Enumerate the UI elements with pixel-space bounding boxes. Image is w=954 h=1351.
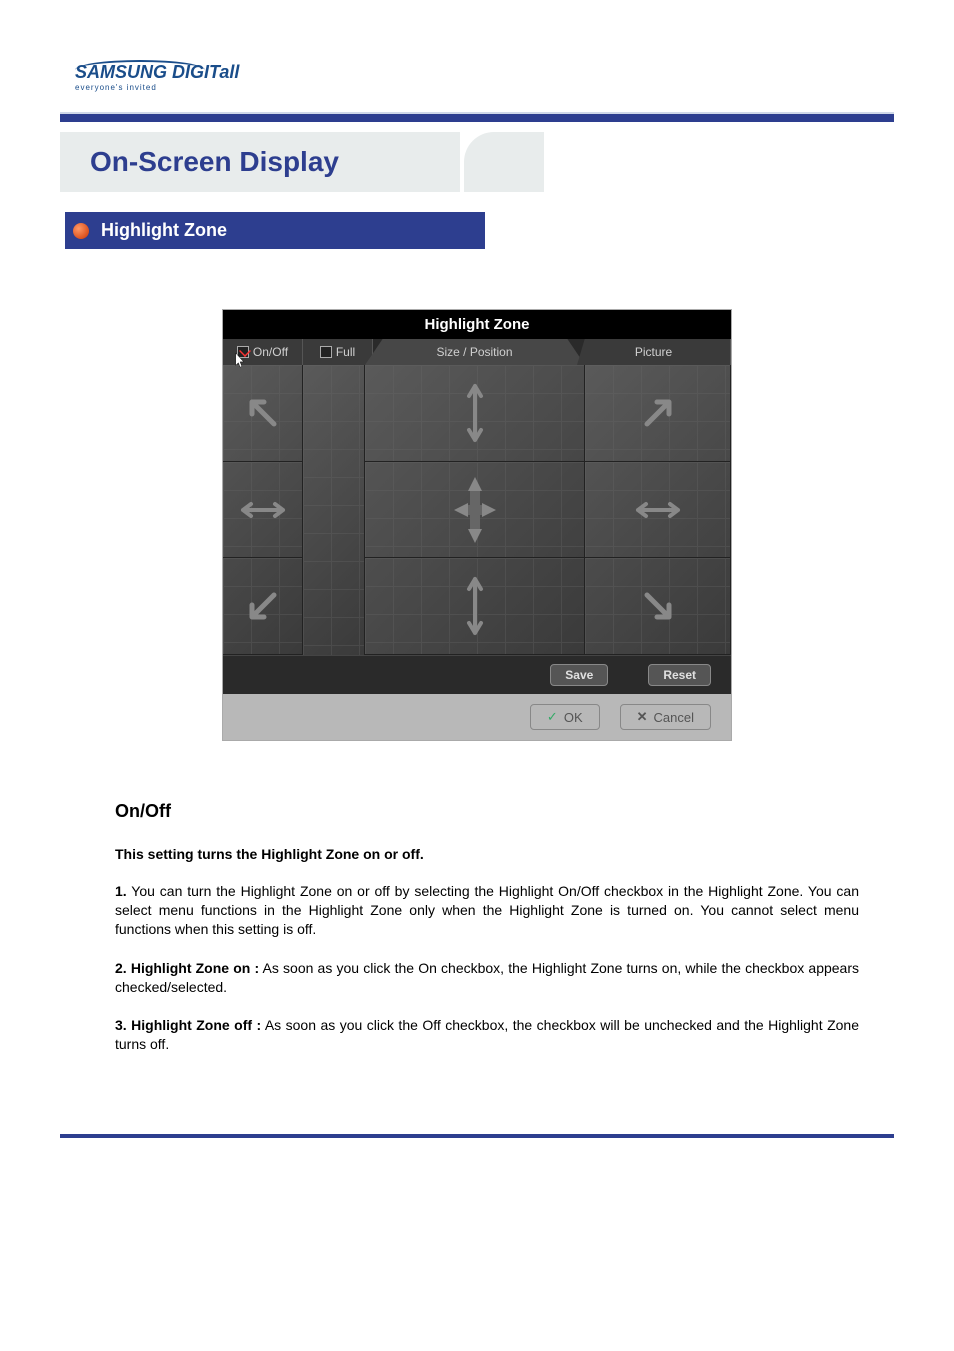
panel-center-bottom[interactable] xyxy=(365,558,584,655)
vertical-arrow-icon xyxy=(460,571,490,641)
panel-right-bottom[interactable] xyxy=(585,558,730,655)
dpad-icon xyxy=(430,465,520,555)
p3-bold: 3. Highlight Zone off : xyxy=(115,1017,261,1033)
vertical-arrow-icon xyxy=(460,378,490,448)
panel-left-bottom[interactable] xyxy=(223,558,302,655)
content-para-2: 2. Highlight Zone on : As soon as you cl… xyxy=(115,959,859,997)
ok-cancel-row: ✓ OK ✕ Cancel xyxy=(223,694,731,740)
page-title: On-Screen Display xyxy=(90,146,430,178)
save-button-label: Save xyxy=(565,668,593,682)
close-icon: ✕ xyxy=(637,709,648,725)
bullet-icon xyxy=(73,223,89,239)
ok-button-label: OK xyxy=(564,710,583,725)
diagonal-arrow-nw-icon xyxy=(238,388,288,438)
logo-main-text: SAMSUNG DIGITall xyxy=(75,62,954,83)
content-para-3: 3. Highlight Zone off : As soon as you c… xyxy=(115,1016,859,1054)
panel-center-top[interactable] xyxy=(365,365,584,462)
title-tab-graphic xyxy=(464,132,544,192)
reset-button[interactable]: Reset xyxy=(648,664,711,686)
title-bar: On-Screen Display xyxy=(60,132,460,192)
panel-left-top[interactable] xyxy=(223,365,302,462)
diagonal-arrow-ne-icon xyxy=(633,388,683,438)
cancel-button-label: Cancel xyxy=(654,710,694,725)
tab-picture[interactable]: Picture xyxy=(577,339,731,365)
tabs-row: On/Off Full Size / Position Picture xyxy=(223,339,731,365)
content-para-1: 1. You can turn the Highlight Zone on or… xyxy=(115,882,859,939)
horizontal-arrow-icon xyxy=(628,495,688,525)
checkbox-full-icon xyxy=(320,346,332,358)
panel-center-mid[interactable] xyxy=(365,462,584,559)
cancel-button[interactable]: ✕ Cancel xyxy=(620,704,711,730)
brand-logo: SAMSUNG DIGITall everyone's invited xyxy=(0,0,954,112)
panel-right-top[interactable] xyxy=(585,365,730,462)
panel-right xyxy=(585,365,731,655)
diagonal-arrow-sw-icon xyxy=(238,581,288,631)
bottom-buttons-row: Save Reset xyxy=(223,655,731,694)
reset-button-label: Reset xyxy=(663,668,696,682)
tab-full-label: Full xyxy=(336,345,355,359)
title-section: On-Screen Display xyxy=(60,132,894,192)
diagonal-arrow-se-icon xyxy=(633,581,683,631)
tab-onoff[interactable]: On/Off xyxy=(223,339,303,365)
content-heading: On/Off xyxy=(115,801,859,822)
panels-row xyxy=(223,365,731,655)
ok-button[interactable]: ✓ OK xyxy=(530,704,600,730)
logo-sub-text: everyone's invited xyxy=(75,83,954,92)
footer-divider xyxy=(60,1134,894,1138)
p1-num: 1. xyxy=(115,883,127,899)
tab-picture-label: Picture xyxy=(635,345,672,359)
panel-left xyxy=(223,365,303,655)
save-button[interactable]: Save xyxy=(550,664,608,686)
check-icon: ✓ xyxy=(547,709,558,725)
cursor-icon xyxy=(235,353,247,369)
tab-size-position[interactable]: Size / Position xyxy=(365,339,585,365)
p1-text: You can turn the Highlight Zone on or of… xyxy=(115,883,859,937)
panel-right-mid[interactable] xyxy=(585,462,730,559)
panel-left-mid[interactable] xyxy=(223,462,302,559)
screenshot-title: Highlight Zone xyxy=(223,310,731,339)
panel-center xyxy=(365,365,585,655)
section-title: Highlight Zone xyxy=(101,220,227,241)
section-header: Highlight Zone xyxy=(65,212,485,249)
tab-full[interactable]: Full xyxy=(303,339,373,365)
content-section: On/Off This setting turns the Highlight … xyxy=(0,801,954,1134)
tab-size-label: Size / Position xyxy=(436,345,512,359)
p2-bold: 2. Highlight Zone on : xyxy=(115,960,259,976)
header-divider xyxy=(60,112,894,122)
content-subtitle: This setting turns the Highlight Zone on… xyxy=(115,846,859,862)
screenshot-container: Highlight Zone On/Off Full Size / Positi… xyxy=(222,309,732,741)
panel-full-column xyxy=(303,365,365,655)
horizontal-arrow-icon xyxy=(233,495,293,525)
tab-onoff-label: On/Off xyxy=(253,345,288,359)
